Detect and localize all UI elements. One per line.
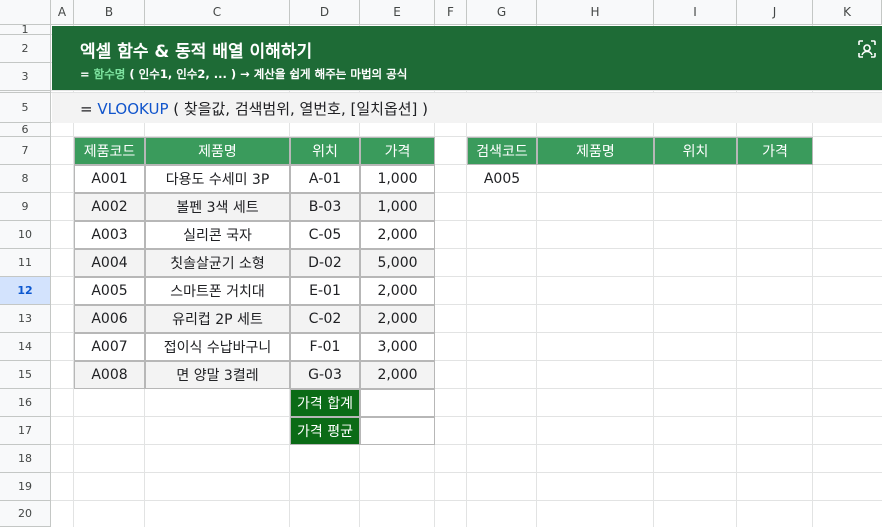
row-header-9[interactable]: 9 [0,193,51,221]
formula-prefix: = [80,100,98,118]
product-cell-code[interactable]: A003 [74,221,145,249]
column-header-a[interactable]: A [51,0,74,25]
product-cell-location[interactable]: C-05 [290,221,360,249]
row-header-15[interactable]: 15 [0,361,51,389]
spreadsheet-grid: ABCDEFGHIJK 1 2 3 5 6 7 8 9 10 11 12 13 14 15 16 17 18 19… [0,0,882,527]
gridline-horizontal [51,500,882,501]
product-cell-location[interactable]: B-03 [290,193,360,221]
column-header-f[interactable]: F [435,0,467,25]
product-cell-name[interactable]: 스마트폰 거치대 [145,277,290,305]
row-header-3[interactable]: 3 [0,63,51,91]
row-header-20[interactable]: 20 [0,501,51,527]
product-cell-code[interactable]: A006 [74,305,145,333]
product-cell-price[interactable]: 2,000 [360,221,435,249]
row-header-11[interactable]: 11 [0,249,51,277]
product-cell-location[interactable]: A-01 [290,165,360,193]
product-cell-location[interactable]: F-01 [290,333,360,361]
column-header-h[interactable]: H [537,0,654,25]
select-all-corner[interactable] [0,0,51,25]
row-header-7[interactable]: 7 [0,137,51,165]
search-header-price[interactable]: 가격 [737,137,813,165]
product-cell-price[interactable]: 1,000 [360,165,435,193]
search-code-input[interactable]: A005 [467,165,537,193]
product-header-code[interactable]: 제품코드 [74,137,145,165]
column-header-k[interactable]: K [813,0,882,25]
column-header-c[interactable]: C [145,0,290,25]
column-header-i[interactable]: I [654,0,737,25]
product-cell-name[interactable]: 다용도 수세미 3P [145,165,290,193]
product-cell-code[interactable]: A002 [74,193,145,221]
price-sum-label: 가격 합계 [290,389,360,417]
product-cell-name[interactable]: 면 양말 3켤레 [145,361,290,389]
product-cell-price[interactable]: 2,000 [360,361,435,389]
row-header-12[interactable]: 12 [0,277,51,305]
column-header-d[interactable]: D [290,0,360,25]
price-average-value[interactable] [360,417,435,445]
row-header-6[interactable]: 6 [0,123,51,137]
gridline-horizontal [51,472,882,473]
product-cell-code[interactable]: A007 [74,333,145,361]
search-header-name[interactable]: 제품명 [537,137,654,165]
product-cell-location[interactable]: E-01 [290,277,360,305]
column-header-b[interactable]: B [74,0,145,25]
gridline-horizontal [51,444,882,445]
row-header-14[interactable]: 14 [0,333,51,361]
row-header-10[interactable]: 10 [0,221,51,249]
column-header-g[interactable]: G [467,0,537,25]
camera-focus-icon[interactable] [857,39,877,59]
row-header-13[interactable]: 13 [0,305,51,333]
product-cell-price[interactable]: 2,000 [360,277,435,305]
product-cell-name[interactable]: 실리콘 국자 [145,221,290,249]
product-cell-name[interactable]: 접이식 수납바구니 [145,333,290,361]
formula-args: ( 찾을값, 검색범위, 열번호, [일치옵션] ) [168,100,429,118]
gridline-horizontal [51,90,882,91]
column-header-e[interactable]: E [360,0,435,25]
product-cell-code[interactable]: A004 [74,249,145,277]
row-header-19[interactable]: 19 [0,473,51,501]
product-header-name[interactable]: 제품명 [145,137,290,165]
row-header-16[interactable]: 16 [0,389,51,417]
search-header-location[interactable]: 위치 [654,137,737,165]
row-header-2[interactable]: 2 [0,35,51,63]
column-header-j[interactable]: J [737,0,813,25]
row-header-1[interactable]: 1 [0,23,51,36]
banner-title: 엑셀 함수 & 동적 배열 이해하기 [80,42,313,62]
product-cell-name[interactable]: 칫솔살균기 소형 [145,249,290,277]
product-cell-price[interactable]: 1,000 [360,193,435,221]
product-cell-name[interactable]: 볼펜 3색 세트 [145,193,290,221]
price-average-label: 가격 평균 [290,417,360,445]
row-header-17[interactable]: 17 [0,417,51,445]
product-cell-code[interactable]: A005 [74,277,145,305]
subtitle-highlight: 함수명 [93,67,126,81]
row-header-8[interactable]: 8 [0,165,51,193]
formula-function: VLOOKUP [97,100,169,118]
product-cell-location[interactable]: G-03 [290,361,360,389]
gridline-horizontal [51,416,882,417]
banner-subtitle: = 함수명 ( 인수1, 인수2, ... ) → 계산을 쉽게 해주는 마법의… [80,66,407,82]
product-cell-price[interactable]: 2,000 [360,305,435,333]
formula-syntax: = VLOOKUP ( 찾을값, 검색범위, 열번호, [일치옵션] ) [80,98,428,119]
product-cell-price[interactable]: 5,000 [360,249,435,277]
search-header-code[interactable]: 검색코드 [467,137,537,165]
product-cell-code[interactable]: A001 [74,165,145,193]
subtitle-rest: ( 인수1, 인수2, ... ) → 계산을 쉽게 해주는 마법의 공식 [125,67,408,81]
product-cell-location[interactable]: C-02 [290,305,360,333]
product-cell-price[interactable]: 3,000 [360,333,435,361]
product-cell-name[interactable]: 유리컵 2P 세트 [145,305,290,333]
row-header-5[interactable]: 5 [0,93,51,123]
product-header-price[interactable]: 가격 [360,137,435,165]
subtitle-prefix: = [80,67,94,81]
row-header-18[interactable]: 18 [0,445,51,473]
product-cell-location[interactable]: D-02 [290,249,360,277]
price-sum-value[interactable] [360,389,435,417]
product-header-location[interactable]: 위치 [290,137,360,165]
product-cell-code[interactable]: A008 [74,361,145,389]
